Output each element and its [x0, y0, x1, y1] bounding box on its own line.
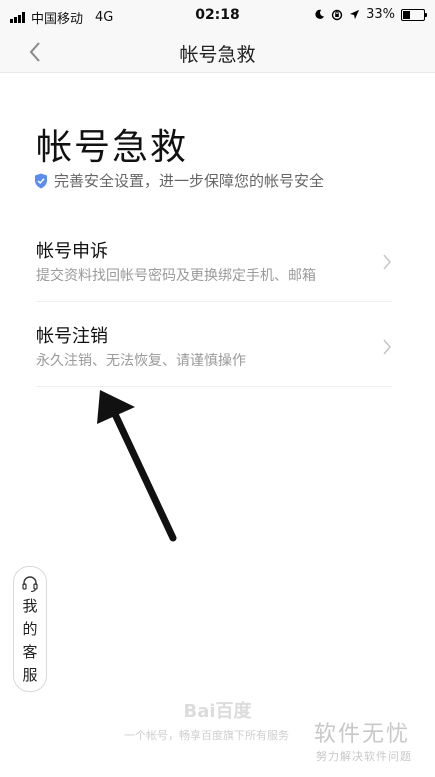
option-title: 帐号申诉 — [36, 241, 108, 262]
security-tip: 完善安全设置，进一步保障您的帐号安全 — [34, 170, 324, 191]
option-account-cancel[interactable]: 帐号注销 永久注销、无法恢复、请谨慎操作 — [36, 322, 392, 387]
service-char: 客 — [22, 643, 38, 661]
customer-service-label: 我 的 客 服 — [14, 595, 46, 687]
nav-title: 帐号急救 — [179, 44, 256, 66]
watermark-title: 软件无忧 — [314, 722, 411, 747]
service-char: 我 — [22, 597, 38, 615]
footer-text: 一个帐号，畅享百度旗下所有服务 — [124, 729, 289, 742]
headset-icon — [22, 576, 38, 593]
watermark-subtitle: 努力解决软件问题 — [316, 750, 412, 763]
chevron-right-icon — [383, 254, 391, 270]
status-bar-right: 33% — [314, 7, 427, 22]
page-title: 帐号急救 — [36, 127, 189, 168]
customer-service-button[interactable]: 我 的 客 服 — [13, 566, 47, 692]
battery-percent: 33% — [366, 7, 395, 22]
location-arrow-icon — [350, 9, 360, 20]
battery-fill — [403, 10, 411, 19]
arrow-head — [97, 390, 135, 424]
annotation-arrow — [97, 390, 177, 542]
moon-icon — [315, 9, 325, 19]
chevron-right-icon — [383, 339, 391, 355]
navigation-bar: 帐号急救 — [0, 32, 435, 73]
option-title: 帐号注销 — [36, 326, 108, 347]
security-tip-text: 完善安全设置，进一步保障您的帐号安全 — [54, 172, 325, 190]
option-description: 永久注销、无法恢复、请谨慎操作 — [36, 353, 246, 369]
shield-icon — [35, 173, 47, 188]
service-char: 的 — [22, 620, 38, 638]
status-bar: 中国移动 4G 02:18 33% — [0, 0, 435, 32]
rotation-lock-icon — [331, 9, 343, 20]
service-char: 服 — [22, 666, 38, 684]
option-description: 提交资料找回帐号密码及更换绑定手机、邮箱 — [36, 268, 316, 284]
option-account-appeal[interactable]: 帐号申诉 提交资料找回帐号密码及更换绑定手机、邮箱 — [36, 237, 392, 302]
battery-icon — [401, 8, 427, 21]
